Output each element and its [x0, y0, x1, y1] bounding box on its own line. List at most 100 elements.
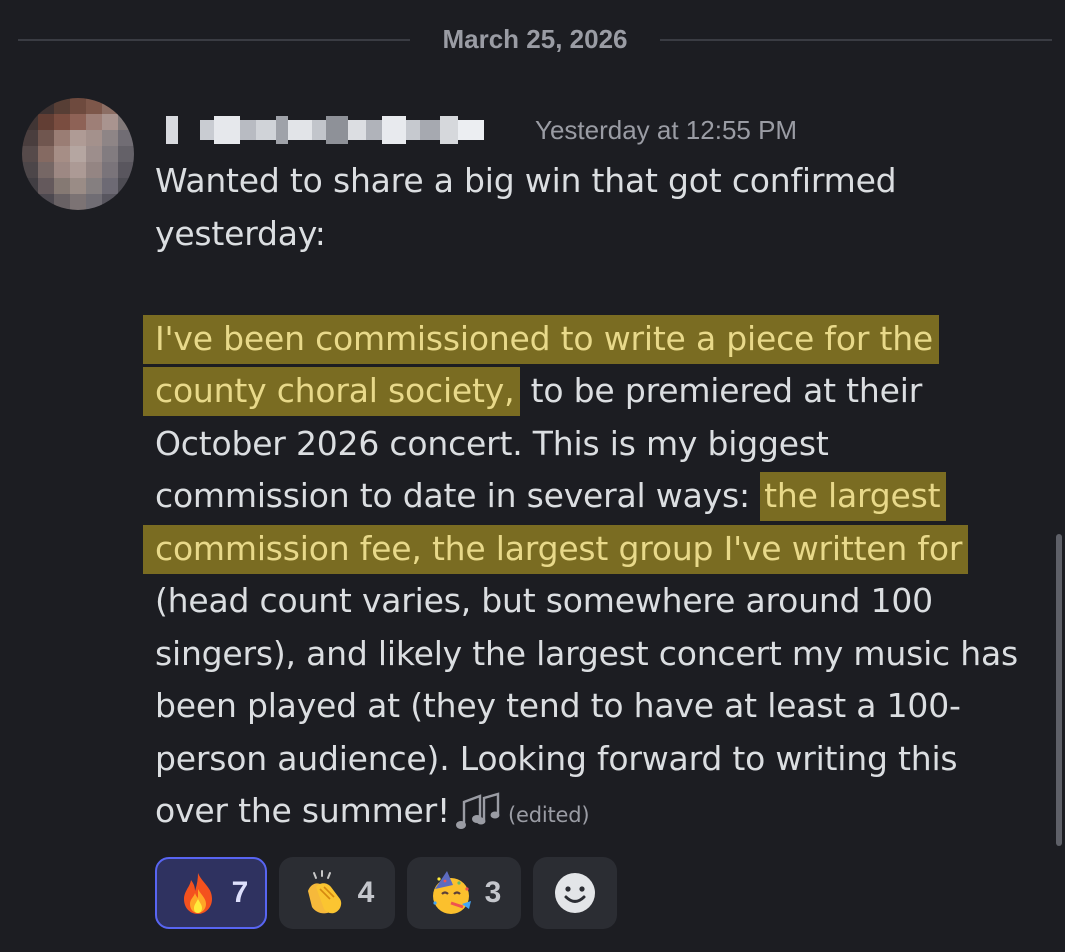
- avatar-pixel: [38, 146, 54, 162]
- message-line: commission fee, the largest group I've w…: [143, 523, 1050, 576]
- redacted-name-pixel: [382, 116, 406, 144]
- avatar-pixel: [102, 178, 118, 194]
- redacted-name-pixel: [366, 120, 382, 140]
- message-line: been played at (they tend to have at lea…: [155, 686, 961, 725]
- reaction-fire[interactable]: 7: [155, 857, 267, 929]
- avatar-pixel: [54, 98, 70, 114]
- avatar-pixel: [86, 130, 102, 146]
- divider-line: [660, 39, 1052, 41]
- avatar-pixel: [22, 194, 38, 210]
- message-text: over the summer!: [155, 791, 451, 830]
- redacted-name-pixel: [458, 120, 484, 140]
- chat-view: March 25, 2026 Yesterday at 12:55 PM Wan…: [0, 0, 1065, 952]
- avatar-pixel: [38, 130, 54, 146]
- message-line: singers), and likely the largest concert…: [155, 633, 1019, 673]
- avatar-pixel: [22, 130, 38, 146]
- author-name-redacted[interactable]: [166, 114, 516, 146]
- message-line: over the summer! (edited): [155, 785, 1050, 838]
- avatar-pixel: [118, 130, 134, 146]
- avatar-pixel: [86, 162, 102, 178]
- avatar-pixel: [70, 194, 86, 210]
- message-text: commission to date in several ways:: [155, 476, 761, 515]
- reaction-clap[interactable]: 4: [279, 857, 395, 929]
- redacted-name-pixel: [178, 120, 200, 140]
- reactions-bar: 7 4 3: [155, 857, 617, 933]
- avatar-pixel: [38, 194, 54, 210]
- highlighted-text: the largest: [760, 472, 947, 521]
- avatar-pixel: [70, 114, 86, 130]
- message-line: person audience). Looking forward to wri…: [155, 738, 958, 778]
- avatar-pixel: [22, 162, 38, 178]
- reaction-partying-face[interactable]: 3: [407, 857, 521, 929]
- highlighted-text: county choral society,: [143, 367, 521, 416]
- avatar-pixel: [54, 162, 70, 178]
- partying-face-icon: [432, 871, 471, 914]
- avatar-pixel: [54, 178, 70, 194]
- avatar-pixel: [118, 194, 134, 210]
- redacted-name-pixel: [440, 116, 458, 144]
- avatar-pixel: [54, 130, 70, 146]
- avatar-pixel: [70, 178, 86, 194]
- avatar-pixel: [70, 146, 86, 162]
- notes-icon: [456, 792, 500, 829]
- reaction-count: 7: [231, 876, 249, 909]
- message-line: county choral society, to be premiered a…: [143, 365, 1050, 418]
- edited-label: (edited): [508, 803, 590, 827]
- divider-date: March 25, 2026: [442, 24, 628, 54]
- avatar-pixel: [86, 178, 102, 194]
- message-timestamp[interactable]: Yesterday at 12:55 PM: [535, 112, 797, 148]
- highlighted-text: I've been commissioned to write a piece …: [143, 314, 940, 364]
- redacted-name-pixel: [326, 116, 348, 144]
- scrollbar-thumb[interactable]: [1056, 534, 1062, 846]
- add-reaction-button[interactable]: [533, 857, 617, 929]
- avatar-pixel: [38, 162, 54, 178]
- avatar-pixel: [54, 146, 70, 162]
- date-divider: March 25, 2026: [18, 22, 1052, 56]
- avatar-pixel: [54, 194, 70, 210]
- message-line: (head count varies, but somewhere around…: [155, 581, 933, 620]
- avatar-pixel: [38, 98, 54, 114]
- avatar-pixel: [102, 98, 118, 114]
- avatar-pixel: [38, 178, 54, 194]
- avatar-pixel: [102, 162, 118, 178]
- avatar-pixel: [102, 194, 118, 210]
- avatar[interactable]: [22, 98, 134, 210]
- redacted-name-pixel: [214, 116, 240, 144]
- message-line: yesterday:: [155, 213, 326, 253]
- avatar-pixel: [86, 194, 102, 210]
- redacted-name-pixel: [276, 116, 288, 144]
- avatar-pixel: [118, 98, 134, 114]
- redacted-name-pixel: [288, 120, 312, 140]
- fire-icon: [183, 873, 212, 914]
- avatar-pixel: [22, 98, 38, 114]
- redacted-name-pixel: [420, 120, 440, 140]
- avatar-pixel: [22, 146, 38, 162]
- message-line: October 2026 concert. This is my biggest: [155, 423, 829, 463]
- avatar-pixel: [102, 130, 118, 146]
- avatar-pixel: [102, 114, 118, 130]
- avatar-pixel: [38, 114, 54, 130]
- avatar-pixel: [86, 98, 102, 114]
- redacted-name-pixel: [406, 120, 420, 140]
- avatar-pixel: [118, 178, 134, 194]
- highlighted-text: commission fee, the largest group I've w…: [143, 524, 969, 574]
- avatar-pixel: [70, 130, 86, 146]
- avatar-pixel: [86, 146, 102, 162]
- avatar-pixel: [118, 146, 134, 162]
- reaction-count: 3: [484, 876, 502, 909]
- avatar-pixel: [70, 162, 86, 178]
- redacted-name-pixel: [312, 120, 326, 140]
- message-text: to be premiered at their: [520, 371, 923, 410]
- message-line: commission to date in several ways: the …: [155, 470, 1050, 523]
- avatar-pixel: [22, 114, 38, 130]
- message-line: Wanted to share a big win that got confi…: [155, 161, 897, 200]
- redacted-name-pixel: [240, 120, 256, 140]
- add-reaction-icon: [555, 873, 595, 913]
- message-content: Wanted to share a big win that got confi…: [143, 155, 1050, 838]
- avatar-pixel: [70, 98, 86, 114]
- redacted-name-pixel: [200, 120, 214, 140]
- redacted-name-pixel: [256, 120, 276, 140]
- avatar-pixel: [118, 114, 134, 130]
- avatar-pixel: [22, 178, 38, 194]
